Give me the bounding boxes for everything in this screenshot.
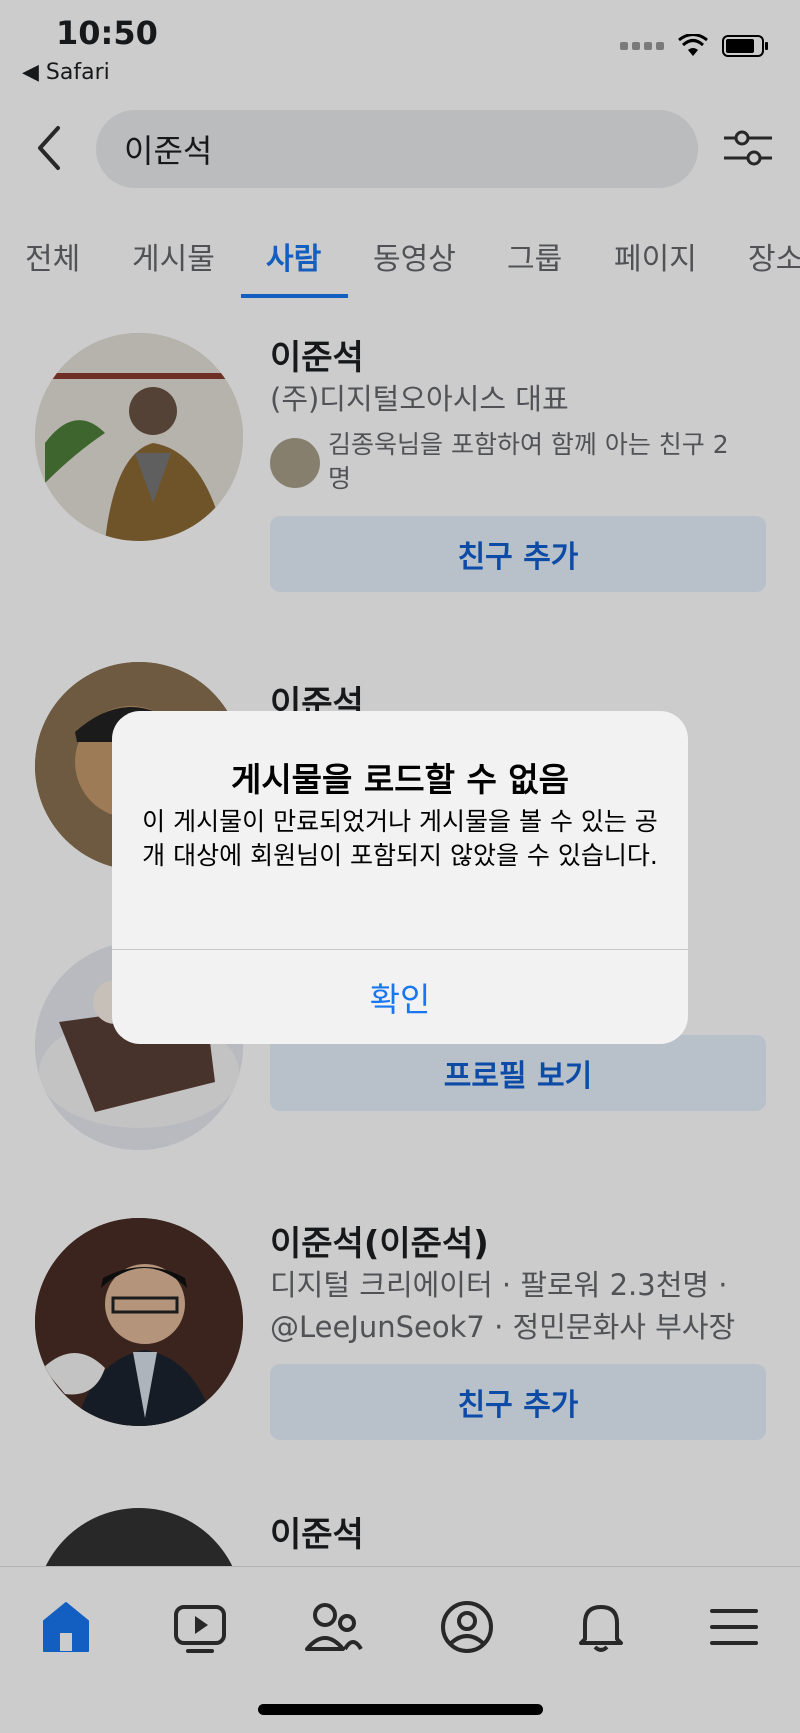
home-indicator xyxy=(258,1704,543,1715)
alert-title: 게시물을 로드할 수 없음 xyxy=(230,760,570,799)
alert-message: 이 게시물이 만료되었거나 게시물을 볼 수 있는 공개 대상에 회원님이 포함… xyxy=(142,807,658,870)
error-alert-dialog: 게시물을 로드할 수 없음 이 게시물이 만료되었거나 게시물을 볼 수 있는 … xyxy=(112,711,688,1044)
alert-confirm-button[interactable]: 확인 xyxy=(112,950,688,1044)
